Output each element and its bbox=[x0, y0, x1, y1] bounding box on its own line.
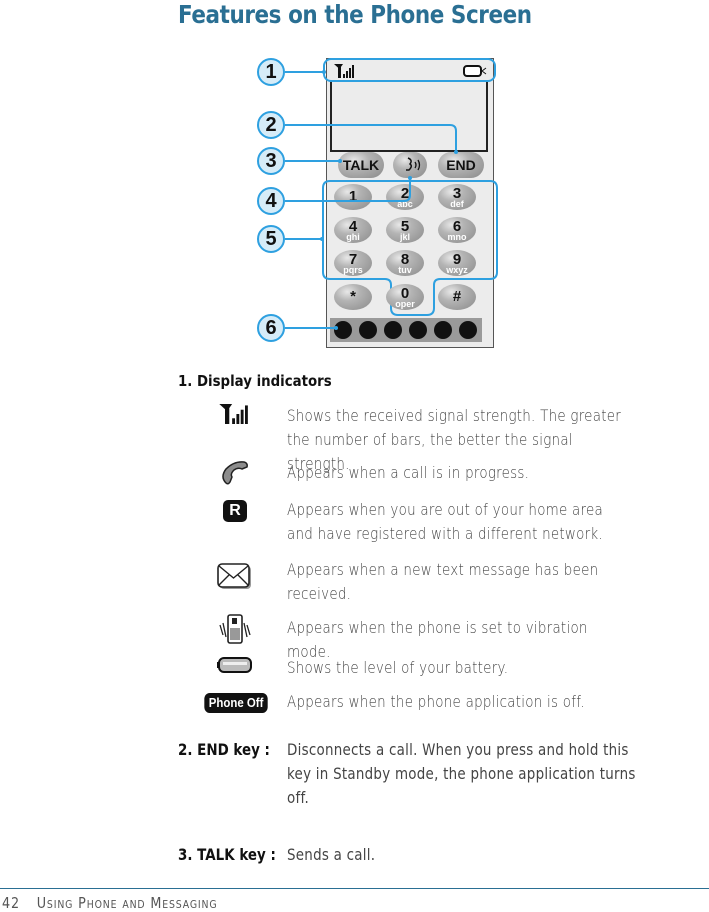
phone-off-icon: Phone Off bbox=[204, 693, 268, 713]
roaming-icon: R bbox=[223, 500, 247, 522]
call-in-progress-icon bbox=[222, 461, 248, 485]
callout-3: 3 bbox=[257, 147, 285, 175]
callout-4: 4 bbox=[257, 187, 285, 215]
page-footer: 42 USING PHONE AND MESSAGING bbox=[2, 894, 217, 912]
message-icon bbox=[217, 563, 251, 589]
callout-lines bbox=[285, 70, 458, 330]
indicator-desc: Appears when a call is in progress. bbox=[287, 463, 530, 482]
callout-2: 2 bbox=[257, 111, 285, 139]
callout-5: 5 bbox=[257, 225, 285, 253]
vibration-icon bbox=[219, 614, 251, 644]
indicator-icon-battery bbox=[200, 656, 270, 678]
page-number: 42 bbox=[2, 894, 20, 912]
section-heading-display-indicators: 1. Display indicators bbox=[178, 372, 332, 390]
end-key-label: 2. END key : bbox=[178, 740, 270, 759]
indicator-desc: Appears when you are out of your home ar… bbox=[287, 500, 604, 543]
indicator-icon-roaming: R bbox=[200, 500, 270, 522]
section-title: USING PHONE AND MESSAGING bbox=[36, 894, 218, 912]
callout-1: 1 bbox=[257, 58, 285, 86]
signal-strength-icon bbox=[219, 404, 248, 424]
battery-icon bbox=[217, 657, 252, 673]
indicator-icon-message bbox=[200, 563, 270, 595]
indicator-desc: Appears when a new text message has been… bbox=[287, 560, 599, 603]
footer-divider bbox=[0, 888, 709, 889]
talk-key-desc: Sends a call. bbox=[287, 845, 376, 864]
callout-6: 6 bbox=[257, 314, 285, 342]
indicator-icon-call bbox=[200, 459, 270, 491]
indicator-desc: Appears when the phone application is of… bbox=[287, 692, 585, 711]
indicator-icon-signal bbox=[200, 404, 270, 428]
indicator-desc: Shows the level of your battery. bbox=[287, 658, 509, 677]
end-key-desc: Disconnects a call. When you press and h… bbox=[287, 740, 636, 807]
talk-key-label: 3. TALK key : bbox=[178, 845, 276, 864]
indicator-icon-vibration bbox=[200, 613, 270, 649]
indicator-icon-phone-off: Phone Off bbox=[200, 692, 270, 713]
